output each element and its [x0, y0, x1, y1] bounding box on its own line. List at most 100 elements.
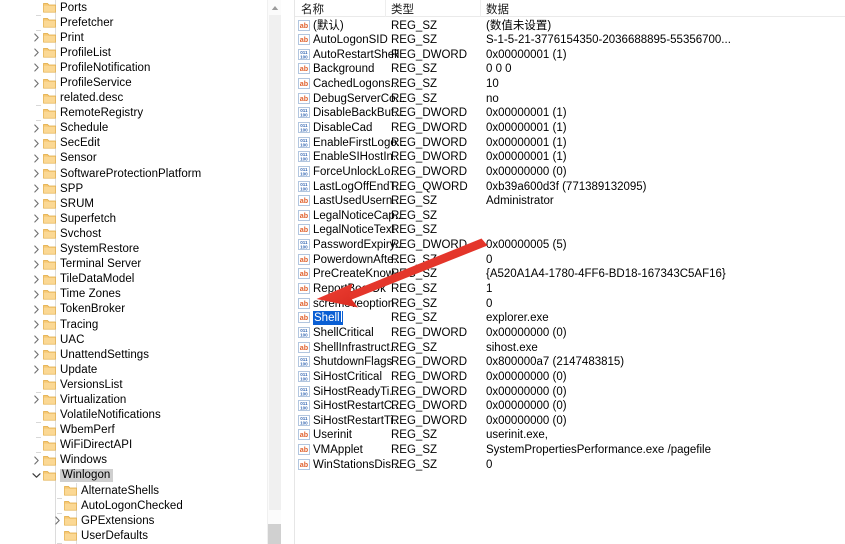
- registry-value-row[interactable]: 011 100 DisableCad REG_DWORD 0x00000001 (1): [295, 120, 845, 135]
- registry-value-row[interactable]: 011 100 SiHostReadyTi... REG_DWORD 0x0000000…: [295, 384, 845, 399]
- registry-value-row[interactable]: ab DebugServerCo... REG_SZ no: [295, 91, 845, 106]
- tree-item-systemrestore[interactable]: SystemRestore: [0, 242, 281, 257]
- value-name[interactable]: DisableCad: [313, 121, 372, 135]
- registry-value-row[interactable]: 011 100 SiHostRestartC... REG_DWORD 0x000000…: [295, 399, 845, 414]
- chevron-right-icon[interactable]: [30, 199, 43, 208]
- pane-splitter[interactable]: [281, 0, 295, 544]
- value-name[interactable]: SiHostRestartC...: [313, 399, 402, 413]
- tree-item-related-desc[interactable]: related.desc: [0, 91, 281, 107]
- scroll-up-arrow-icon[interactable]: [268, 0, 281, 15]
- column-header-type[interactable]: 类型: [391, 1, 414, 17]
- chevron-right-icon[interactable]: [30, 244, 43, 254]
- tree-item-superfetch[interactable]: Superfetch: [0, 211, 281, 226]
- tree-item-softwareprotectionplatform[interactable]: SoftwareProtectionPlatform: [0, 166, 281, 181]
- tree-item-userdefaults[interactable]: UserDefaults: [0, 528, 281, 544]
- value-name[interactable]: Userinit: [313, 428, 352, 442]
- tree-item-sensor[interactable]: Sensor: [0, 151, 281, 166]
- tree-item-secedit[interactable]: SecEdit: [0, 136, 281, 151]
- chevron-right-icon[interactable]: [30, 139, 43, 148]
- registry-value-row[interactable]: ab AutoLogonSID REG_SZ S-1-5-21-3776154350-…: [295, 33, 845, 48]
- registry-value-row[interactable]: ab ShellInfrastruct... REG_SZ sihost.exe: [295, 340, 845, 355]
- registry-value-row[interactable]: 011 100 PasswordExpiry... REG_DWORD 0x000000…: [295, 238, 845, 253]
- tree-item-windows[interactable]: Windows: [0, 453, 281, 468]
- tree-item-terminal-server[interactable]: Terminal Server: [0, 257, 281, 272]
- tree-scrollbar-track-bottom[interactable]: [268, 524, 281, 544]
- value-name[interactable]: ShutdownFlags: [313, 355, 392, 369]
- value-name[interactable]: ReportBootOk: [313, 282, 386, 296]
- registry-value-row[interactable]: 011 100 ShutdownFlags REG_DWORD 0x800000a7 (…: [295, 355, 845, 370]
- column-header-name[interactable]: 名称: [301, 1, 324, 17]
- value-name[interactable]: VMApplet: [313, 443, 363, 457]
- chevron-right-icon[interactable]: [30, 33, 43, 42]
- tree-item-autologonchecked[interactable]: AutoLogonChecked: [0, 498, 281, 514]
- registry-value-row[interactable]: ab LegalNoticeText REG_SZ: [295, 223, 845, 238]
- registry-value-row[interactable]: ab (默认) REG_SZ (数值未设置): [295, 18, 845, 33]
- tree-item-virtualization[interactable]: Virtualization: [0, 392, 281, 407]
- chevron-right-icon[interactable]: [30, 214, 43, 223]
- registry-key-tree-pane[interactable]: Ports Prefetcher Print ProfileList ProfileNo…: [0, 0, 281, 544]
- tree-item-wbemperf[interactable]: WbemPerf: [0, 423, 281, 439]
- registry-value-row[interactable]: ab PreCreateKnow... REG_SZ {A520A1A4-1780-4…: [295, 267, 845, 282]
- registry-value-row[interactable]: ab LegalNoticeCap... REG_SZ: [295, 208, 845, 223]
- value-name[interactable]: LastUsedUsern...: [313, 194, 402, 208]
- registry-value-row[interactable]: 011 100 EnableFirstLogo... REG_DWORD 0x00000…: [295, 135, 845, 150]
- registry-value-row[interactable]: 011 100 AutoRestartShell REG_DWORD 0x0000000…: [295, 47, 845, 62]
- registry-value-row[interactable]: ab LastUsedUsern... REG_SZ Administrator: [295, 194, 845, 209]
- registry-value-row[interactable]: 011 100 DisableBackBut... REG_DWORD 0x000000…: [295, 106, 845, 121]
- value-name[interactable]: Shell: [313, 311, 343, 326]
- chevron-right-icon[interactable]: [30, 260, 43, 269]
- tree-item-alternateshells[interactable]: AlternateShells: [0, 483, 281, 499]
- value-name[interactable]: WinStationsDis...: [313, 458, 401, 472]
- registry-value-row[interactable]: ab CachedLogons... REG_SZ 10: [295, 77, 845, 92]
- chevron-right-icon[interactable]: [30, 48, 43, 57]
- chevron-right-icon[interactable]: [30, 335, 43, 344]
- value-name[interactable]: PowerdownAfte...: [313, 253, 403, 267]
- chevron-right-icon[interactable]: [30, 320, 43, 329]
- value-name[interactable]: Background: [313, 62, 374, 76]
- tree-item-update[interactable]: Update: [0, 362, 281, 377]
- chevron-right-icon[interactable]: [30, 154, 43, 163]
- registry-value-row[interactable]: 011 100 EnableSIHostIn... REG_DWORD 0x000000…: [295, 150, 845, 165]
- registry-value-row[interactable]: 011 100 SiHostCritical REG_DWORD 0x00000000 …: [295, 369, 845, 384]
- tree-item-tracing[interactable]: Tracing: [0, 317, 281, 332]
- tree-vertical-scrollbar[interactable]: [267, 0, 281, 544]
- value-name[interactable]: SiHostCritical: [313, 370, 382, 384]
- value-name[interactable]: PreCreateKnow...: [313, 267, 403, 281]
- value-name[interactable]: AutoRestartShell: [313, 48, 399, 62]
- value-name[interactable]: EnableSIHostIn...: [313, 150, 403, 164]
- value-name[interactable]: ForceUnlockLo...: [313, 165, 400, 179]
- value-name[interactable]: AutoLogonSID: [313, 33, 388, 47]
- tree-item-print[interactable]: Print: [0, 30, 281, 45]
- column-header-data[interactable]: 数据: [486, 1, 509, 17]
- chevron-right-icon[interactable]: [30, 229, 43, 239]
- chevron-right-icon[interactable]: [30, 63, 43, 72]
- chevron-right-icon[interactable]: [30, 305, 43, 314]
- chevron-right-icon[interactable]: [30, 275, 43, 284]
- registry-key-tree[interactable]: Ports Prefetcher Print ProfileList ProfileNo…: [0, 0, 281, 544]
- tree-item-spp[interactable]: SPP: [0, 181, 281, 196]
- registry-value-row[interactable]: 011 100 SiHostRestartTi... REG_DWORD 0x00000…: [295, 413, 845, 428]
- value-name[interactable]: ShellCritical: [313, 326, 374, 340]
- tree-item-profilelist[interactable]: ProfileList: [0, 45, 281, 60]
- tree-item-versionslist[interactable]: VersionsList: [0, 377, 281, 393]
- chevron-right-icon[interactable]: [51, 516, 64, 525]
- value-name[interactable]: scremoveoption: [313, 297, 394, 311]
- chevron-right-icon[interactable]: [30, 395, 43, 405]
- value-name[interactable]: (默认): [313, 19, 344, 33]
- chevron-right-icon[interactable]: [30, 78, 43, 88]
- value-name[interactable]: ShellInfrastruct...: [313, 341, 399, 355]
- tree-item-ports[interactable]: Ports: [0, 0, 281, 16]
- registry-value-row[interactable]: ab Userinit REG_SZ userinit.exe,: [295, 428, 845, 443]
- value-name[interactable]: SiHostReadyTi...: [313, 385, 399, 399]
- registry-value-row[interactable]: ab VMApplet REG_SZ SystemPropertiesPerforma…: [295, 443, 845, 458]
- registry-value-row[interactable]: 011 100 LastLogOffEndT... REG_QWORD 0xb39a60…: [295, 179, 845, 194]
- registry-value-row[interactable]: ab ReportBootOk REG_SZ 1: [295, 282, 845, 297]
- tree-item-tiledatamodel[interactable]: TileDataModel: [0, 272, 281, 287]
- tree-item-gpextensions[interactable]: GPExtensions: [0, 513, 281, 528]
- registry-value-row[interactable]: 011 100 ShellCritical REG_DWORD 0x00000000 (…: [295, 325, 845, 340]
- tree-item-uac[interactable]: UAC: [0, 332, 281, 347]
- chevron-right-icon[interactable]: [30, 456, 43, 465]
- registry-value-row[interactable]: ab WinStationsDis... REG_SZ 0: [295, 457, 845, 472]
- registry-values-pane[interactable]: 名称 类型 数据 ab (默认) REG_SZ (数值未设置) ab AutoLogonS…: [295, 0, 845, 544]
- registry-value-row[interactable]: 011 100 ForceUnlockLo... REG_DWORD 0x0000000…: [295, 164, 845, 179]
